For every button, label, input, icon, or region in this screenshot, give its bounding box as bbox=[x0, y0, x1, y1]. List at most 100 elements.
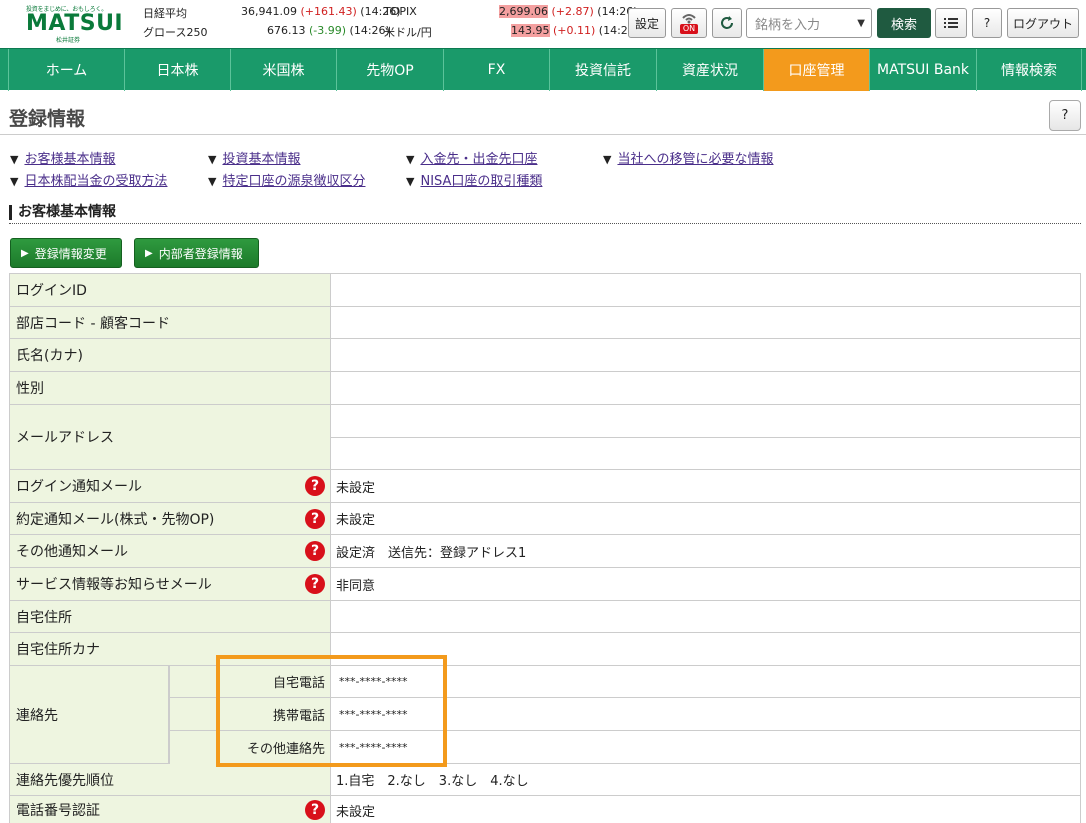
customer-info-table: ログインID 部店コード - 顧客コード 氏名(カナ) 性別 メールアドレス ロ… bbox=[9, 273, 1081, 823]
row-label: 部店コード - 顧客コード bbox=[9, 307, 331, 338]
contact-highlight-box bbox=[216, 655, 447, 767]
triangle-down-icon: ▼ bbox=[406, 153, 415, 166]
top-bar: 投資をまじめに、おもしろく。 MATSUI 松井証券 日経平均 36,941.0… bbox=[0, 0, 1086, 48]
row-value: 設定済 送信先：登録アドレス1 bbox=[331, 535, 1081, 567]
row-value: 未設定 bbox=[331, 503, 1081, 534]
page-help-button[interactable]: ? bbox=[1049, 100, 1081, 131]
play-icon: ▶ bbox=[21, 247, 29, 259]
row-value bbox=[331, 601, 1081, 632]
nav-futures-options[interactable]: 先物OP bbox=[336, 49, 443, 91]
index-growth-quote: 676.13 (-3.99) (14:26) bbox=[267, 24, 390, 37]
refresh-icon bbox=[721, 16, 733, 29]
row-value bbox=[331, 405, 1081, 469]
row-value: 未設定 bbox=[331, 796, 1081, 823]
row-label: 自宅住所 bbox=[9, 601, 331, 632]
play-icon: ▶ bbox=[145, 247, 153, 259]
settings-button[interactable]: 設定 bbox=[628, 8, 666, 38]
refresh-button[interactable] bbox=[712, 8, 742, 38]
triangle-down-icon: ▼ bbox=[10, 175, 19, 188]
row-label: 約定通知メール(株式・先物OP)? bbox=[9, 503, 331, 534]
chevron-down-icon: ▼ bbox=[857, 17, 865, 29]
signal-icon bbox=[682, 14, 696, 24]
nav-fx[interactable]: FX bbox=[443, 49, 549, 91]
row-label: 連絡先優先順位 bbox=[9, 764, 331, 795]
row-label: 電話番号認証? bbox=[9, 796, 331, 823]
row-label: 性別 bbox=[9, 372, 331, 404]
triangle-down-icon: ▼ bbox=[208, 153, 217, 166]
row-label: メールアドレス bbox=[9, 405, 331, 469]
help-button[interactable]: ? bbox=[972, 8, 1002, 38]
logout-button[interactable]: ログアウト bbox=[1007, 8, 1079, 38]
section-divider bbox=[9, 223, 1081, 224]
table-row: メールアドレス bbox=[9, 405, 1081, 470]
anchor-investment-info[interactable]: ▼ 投資基本情報 bbox=[208, 148, 300, 167]
help-icon[interactable]: ? bbox=[305, 541, 325, 561]
nav-account-management[interactable]: 口座管理 bbox=[763, 49, 869, 91]
table-row: 約定通知メール(株式・先物OP)? 未設定 bbox=[9, 503, 1081, 535]
index-topix-name: TOPIX bbox=[384, 5, 417, 18]
row-value: 未設定 bbox=[331, 470, 1081, 502]
logo-wordmark: MATSUI bbox=[26, 11, 124, 36]
anchor-bank-accounts[interactable]: ▼ 入金先・出金先口座 bbox=[406, 148, 537, 167]
index-nikkei-name: 日経平均 bbox=[143, 7, 187, 20]
row-value bbox=[331, 339, 1081, 371]
help-icon[interactable]: ? bbox=[305, 508, 325, 529]
table-row: サービス情報等お知らせメール? 非同意 bbox=[9, 568, 1081, 601]
table-row: 自宅住所 bbox=[9, 601, 1081, 633]
main-nav: ホーム 日本株 米国株 先物OP FX 投資信託 資産状況 口座管理 MATSU… bbox=[0, 48, 1086, 91]
search-button[interactable]: 検索 bbox=[877, 8, 931, 38]
realtime-toggle-button[interactable]: ON bbox=[671, 8, 707, 38]
row-label: ログインID bbox=[9, 274, 331, 306]
triangle-down-icon: ▼ bbox=[406, 175, 415, 188]
index-nikkei-quote: 36,941.09 (+161.43) (14:26) bbox=[241, 5, 401, 18]
triangle-down-icon: ▼ bbox=[208, 175, 217, 188]
row-label: 氏名(カナ) bbox=[9, 339, 331, 371]
anchor-nisa-type[interactable]: ▼ NISA口座の取引種類 bbox=[406, 170, 542, 189]
on-badge: ON bbox=[679, 24, 699, 34]
anchor-basic-info[interactable]: ▼ お客様基本情報 bbox=[10, 148, 115, 167]
insider-registration-button[interactable]: ▶ 内部者登録情報 bbox=[134, 238, 259, 268]
row-label: 連絡先 bbox=[9, 666, 169, 763]
table-row: 電話番号認証? 未設定 bbox=[9, 796, 1081, 823]
row-label: その他通知メール? bbox=[9, 535, 331, 567]
edit-registration-button[interactable]: ▶ 登録情報変更 bbox=[10, 238, 122, 268]
edit-registration-label: 登録情報変更 bbox=[34, 246, 107, 261]
help-icon[interactable]: ? bbox=[305, 574, 325, 594]
nav-us-stocks[interactable]: 米国株 bbox=[230, 49, 336, 91]
anchor-transfer-info[interactable]: ▼ 当社への移管に必要な情報 bbox=[603, 148, 773, 167]
index-usdjpy-name: 米ドル/円 bbox=[384, 26, 432, 39]
matsui-logo[interactable]: 投資をまじめに、おもしろく。 MATSUI 松井証券 bbox=[26, 4, 124, 44]
list-icon bbox=[944, 18, 958, 28]
nav-info-search[interactable]: 情報検索 bbox=[976, 49, 1082, 91]
help-icon[interactable]: ? bbox=[305, 800, 325, 820]
nav-japan-stocks[interactable]: 日本株 bbox=[124, 49, 230, 91]
index-topix-quote: 2,699.06 (+2.87) (14:26) bbox=[499, 5, 638, 18]
table-row: 連絡先優先順位 1.自宅 2.なし 3.なし 4.なし bbox=[9, 764, 1081, 796]
anchor-dividend-method[interactable]: ▼ 日本株配当金の受取方法 bbox=[10, 170, 167, 189]
triangle-down-icon: ▼ bbox=[10, 153, 19, 166]
help-icon[interactable]: ? bbox=[305, 476, 325, 496]
nav-home[interactable]: ホーム bbox=[8, 49, 124, 91]
divider bbox=[0, 134, 1086, 135]
row-value bbox=[331, 307, 1081, 338]
index-usdjpy-quote: 143.95 (+0.11) (14:26) bbox=[511, 24, 640, 37]
index-growth-name: グロース250 bbox=[143, 26, 208, 39]
row-value bbox=[331, 274, 1081, 306]
page-title: 登録情報 bbox=[9, 108, 86, 130]
row-value: 1.自宅 2.なし 3.なし 4.なし bbox=[331, 764, 1081, 795]
insider-registration-label: 内部者登録情報 bbox=[158, 246, 243, 261]
menu-list-button[interactable] bbox=[935, 8, 967, 38]
logo-sub: 松井証券 bbox=[55, 37, 80, 44]
section-title: お客様基本情報 bbox=[9, 205, 116, 220]
table-row-contacts: 連絡先 自宅電話 ***-****-**** 携帯電話 ***-****-***… bbox=[9, 666, 1081, 764]
nav-investment-trusts[interactable]: 投資信託 bbox=[549, 49, 656, 91]
nav-matsui-bank[interactable]: MATSUI Bank bbox=[869, 49, 976, 91]
table-row: 性別 bbox=[9, 372, 1081, 405]
nav-assets[interactable]: 資産状況 bbox=[656, 49, 763, 91]
row-label: ログイン通知メール? bbox=[9, 470, 331, 502]
stock-search-select[interactable]: 銘柄を入力 ▼ bbox=[746, 8, 872, 38]
row-label: サービス情報等お知らせメール? bbox=[9, 568, 331, 600]
table-row: 部店コード - 顧客コード bbox=[9, 307, 1081, 339]
table-row: ログインID bbox=[9, 274, 1081, 307]
anchor-withholding[interactable]: ▼ 特定口座の源泉徴収区分 bbox=[208, 170, 365, 189]
